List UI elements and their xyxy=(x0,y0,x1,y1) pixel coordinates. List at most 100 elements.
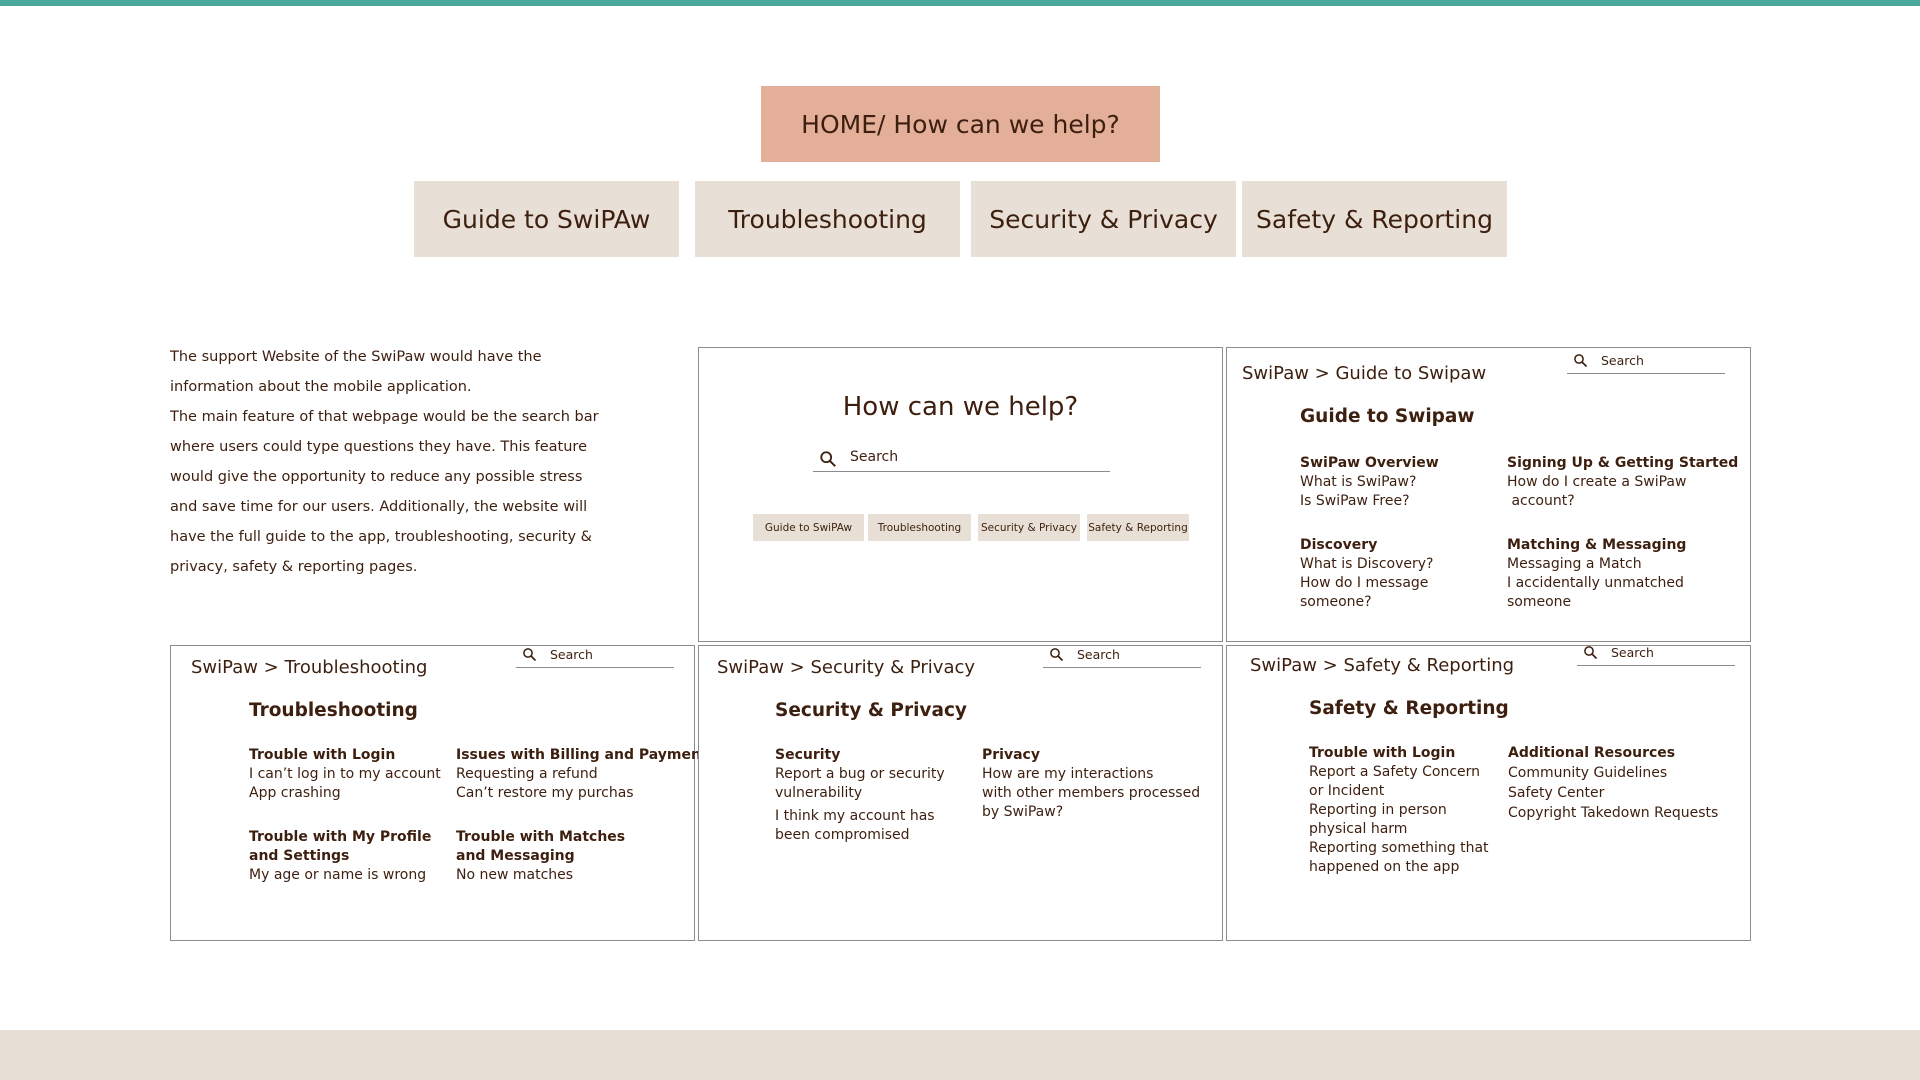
breadcrumb: SwiPaw > Security & Privacy xyxy=(717,657,976,678)
troubleshooting-section-matches: Trouble with Matches and Messaging No ne… xyxy=(456,828,625,885)
help-link[interactable]: What is Discovery? xyxy=(1300,555,1433,574)
section-heading: Issues with Billing and Payment xyxy=(456,747,708,763)
guide-search-input[interactable]: Search xyxy=(1567,352,1725,374)
search-icon xyxy=(820,451,836,467)
nav-tab-troubleshooting[interactable]: Troubleshooting xyxy=(695,181,960,257)
help-link[interactable]: someone? xyxy=(1300,593,1433,612)
nav-tab-safety-reporting[interactable]: Safety & Reporting xyxy=(1242,181,1507,257)
nav-tab-security-privacy[interactable]: Security & Privacy xyxy=(971,181,1236,257)
help-title: How can we help? xyxy=(842,392,1079,422)
description-line: privacy, safety & reporting pages. xyxy=(170,559,418,575)
help-link[interactable]: physical harm xyxy=(1309,820,1489,839)
help-link[interactable]: How do I create a SwiPaw xyxy=(1507,473,1738,492)
mini-tab-troubleshooting[interactable]: Troubleshooting xyxy=(868,514,971,541)
mini-tab-safety-reporting[interactable]: Safety & Reporting xyxy=(1087,514,1189,541)
section-heading: and Settings xyxy=(249,848,350,864)
help-link[interactable]: account? xyxy=(1507,492,1738,511)
mini-tab-security-privacy[interactable]: Security & Privacy xyxy=(978,514,1080,541)
troubleshooting-search-input[interactable]: Search xyxy=(516,646,674,668)
help-search-input[interactable]: Search xyxy=(813,447,1110,472)
description-line: The main feature of that webpage would b… xyxy=(170,409,599,425)
mini-tab-guide[interactable]: Guide to SwiPAw xyxy=(753,514,864,541)
help-link[interactable]: Messaging a Match xyxy=(1507,555,1686,574)
safety-search-input[interactable]: Search xyxy=(1577,644,1735,666)
search-icon xyxy=(1584,646,1598,660)
page-title: Security & Privacy xyxy=(775,700,967,721)
help-link[interactable]: Requesting a refund xyxy=(456,765,708,784)
footer-band xyxy=(0,1030,1920,1080)
section-heading: SwiPaw Overview xyxy=(1300,455,1439,471)
help-link[interactable]: How are my interactions xyxy=(982,765,1200,784)
section-heading: Matching & Messaging xyxy=(1507,537,1687,553)
guide-panel: SwiPaw > Guide to Swipaw Search Guide to… xyxy=(1226,347,1751,642)
help-link[interactable]: App crashing xyxy=(249,784,441,803)
security-section: Security Report a bug or security vulner… xyxy=(775,746,945,845)
guide-section-matching: Matching & Messaging Messaging a Match I… xyxy=(1507,536,1686,612)
help-link[interactable]: with other members processed xyxy=(982,784,1200,803)
search-placeholder: Search xyxy=(550,647,593,662)
help-link[interactable]: someone xyxy=(1507,593,1686,612)
description-line: would give the opportunity to reduce any… xyxy=(170,469,583,485)
guide-section-signing-up: Signing Up & Getting Started How do I cr… xyxy=(1507,454,1738,511)
help-link[interactable]: I think my account has xyxy=(775,807,945,826)
section-heading: Signing Up & Getting Started xyxy=(1507,455,1739,471)
breadcrumb: SwiPaw > Safety & Reporting xyxy=(1250,655,1515,676)
help-link[interactable]: by SwiPaw? xyxy=(982,803,1200,822)
section-heading: Security xyxy=(775,747,841,763)
breadcrumb: SwiPaw > Troubleshooting xyxy=(191,657,428,678)
safety-reporting-panel: SwiPaw > Safety & Reporting Search Safet… xyxy=(1226,645,1751,941)
help-link[interactable]: No new matches xyxy=(456,866,625,885)
help-link[interactable]: What is SwiPaw? xyxy=(1300,473,1439,492)
help-link[interactable]: Community Guidelines xyxy=(1508,763,1718,783)
safety-section-login: Trouble with Login Report a Safety Conce… xyxy=(1309,744,1489,877)
search-icon xyxy=(1050,648,1064,662)
page-title: Safety & Reporting xyxy=(1309,698,1509,719)
help-link[interactable]: been compromised xyxy=(775,826,945,845)
support-description: The support Website of the SwiPaw would … xyxy=(170,342,599,582)
privacy-section: Privacy How are my interactions with oth… xyxy=(982,746,1200,822)
section-heading: and Messaging xyxy=(456,848,575,864)
section-heading: Trouble with Matches xyxy=(456,829,626,845)
safety-section-resources: Additional Resources Community Guideline… xyxy=(1508,744,1718,823)
help-link[interactable]: Reporting in person xyxy=(1309,801,1489,820)
help-link[interactable]: vulnerability xyxy=(775,784,945,803)
search-icon xyxy=(1574,354,1588,368)
section-heading: Trouble with Login xyxy=(249,747,396,763)
help-link[interactable]: I accidentally unmatched xyxy=(1507,574,1686,593)
help-link[interactable]: My age or name is wrong xyxy=(249,866,431,885)
help-link[interactable]: Report a bug or security xyxy=(775,765,945,784)
search-placeholder: Search xyxy=(1611,645,1654,660)
help-link[interactable]: Copyright Takedown Requests xyxy=(1508,803,1718,823)
description-line: information about the mobile application… xyxy=(170,379,472,395)
nav-tab-guide[interactable]: Guide to SwiPAw xyxy=(414,181,679,257)
section-heading: Trouble with Login xyxy=(1309,745,1456,761)
search-placeholder: Search xyxy=(850,449,899,465)
help-link[interactable]: Reporting something that xyxy=(1309,839,1489,858)
description-line: and save time for our users. Additionall… xyxy=(170,499,588,515)
description-line: where users could type questions they ha… xyxy=(170,439,587,455)
section-heading: Trouble with My Profile xyxy=(249,829,432,845)
security-privacy-panel: SwiPaw > Security & Privacy Search Secur… xyxy=(698,645,1223,941)
guide-section-overview: SwiPaw Overview What is SwiPaw? Is SwiPa… xyxy=(1300,454,1439,511)
help-link[interactable]: or Incident xyxy=(1309,782,1489,801)
top-accent-strip xyxy=(0,0,1920,6)
description-line: The support Website of the SwiPaw would … xyxy=(170,349,542,365)
troubleshooting-section-billing: Issues with Billing and Payment Requesti… xyxy=(456,746,708,803)
help-panel: How can we help? Search Guide to SwiPAw … xyxy=(698,347,1223,642)
section-heading: Privacy xyxy=(982,747,1040,763)
help-link[interactable]: happened on the app xyxy=(1309,858,1489,877)
home-header-button[interactable]: HOME/ How can we help? xyxy=(761,86,1160,162)
help-link[interactable]: Can’t restore my purchas xyxy=(456,784,708,803)
security-search-input[interactable]: Search xyxy=(1043,646,1201,668)
troubleshooting-section-profile: Trouble with My Profile and Settings My … xyxy=(249,828,431,885)
help-link[interactable]: How do I message xyxy=(1300,574,1433,593)
section-heading: Additional Resources xyxy=(1508,745,1676,761)
help-link[interactable]: Report a Safety Concern xyxy=(1309,763,1489,782)
help-link[interactable]: Safety Center xyxy=(1508,783,1718,803)
help-link[interactable]: Is SwiPaw Free? xyxy=(1300,492,1439,511)
search-placeholder: Search xyxy=(1601,353,1644,368)
page-title: Troubleshooting xyxy=(249,700,418,721)
section-heading: Discovery xyxy=(1300,537,1378,553)
help-link[interactable]: I can’t log in to my account xyxy=(249,765,441,784)
description-line: have the full guide to the app, troubles… xyxy=(170,529,592,545)
